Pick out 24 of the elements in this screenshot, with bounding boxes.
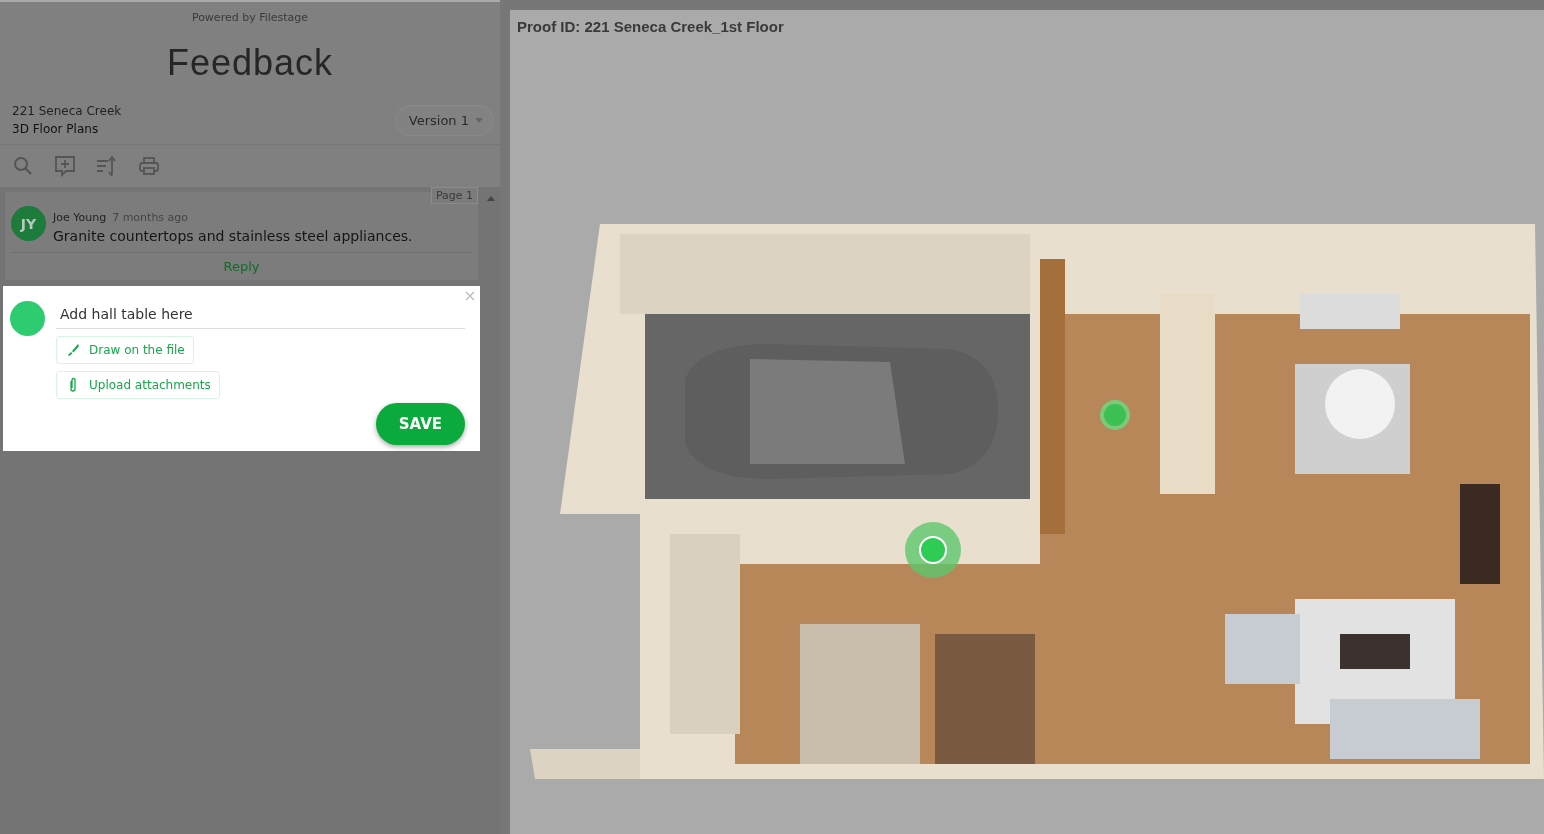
powered-by-text: Powered by Filestage — [190, 11, 310, 24]
avatar — [10, 301, 45, 336]
comment-author: Joe Young — [53, 211, 107, 224]
map-pin[interactable] — [905, 522, 961, 578]
panel-title: Feedback — [165, 42, 335, 84]
project-subtitle: 3D Floor Plans — [12, 121, 100, 138]
comment-time: 7 months ago — [112, 211, 189, 224]
add-comment-icon[interactable] — [54, 155, 76, 177]
comment-text: Granite countertops and stainless steel appliances. — [53, 228, 413, 244]
sort-icon[interactable] — [96, 155, 118, 177]
project-name: 221 Seneca Creek — [12, 103, 122, 120]
version-dropdown[interactable]: Version 1 — [394, 104, 494, 136]
draw-button[interactable]: Draw on the file — [56, 336, 194, 364]
close-icon[interactable] — [465, 291, 475, 301]
print-icon[interactable] — [138, 155, 160, 177]
scroll-up-icon[interactable] — [487, 196, 495, 201]
upload-button[interactable]: Upload attachments — [56, 371, 220, 399]
page-label: Page 1 — [430, 187, 478, 204]
proof-title: Proof ID: 221 Seneca Creek_1st Floor — [516, 17, 785, 37]
avatar: JY — [11, 206, 46, 241]
caret-icon — [475, 117, 483, 123]
search-icon[interactable] — [12, 155, 34, 177]
map-pin[interactable] — [1100, 400, 1130, 430]
save-button[interactable]: SAVE — [375, 403, 465, 445]
